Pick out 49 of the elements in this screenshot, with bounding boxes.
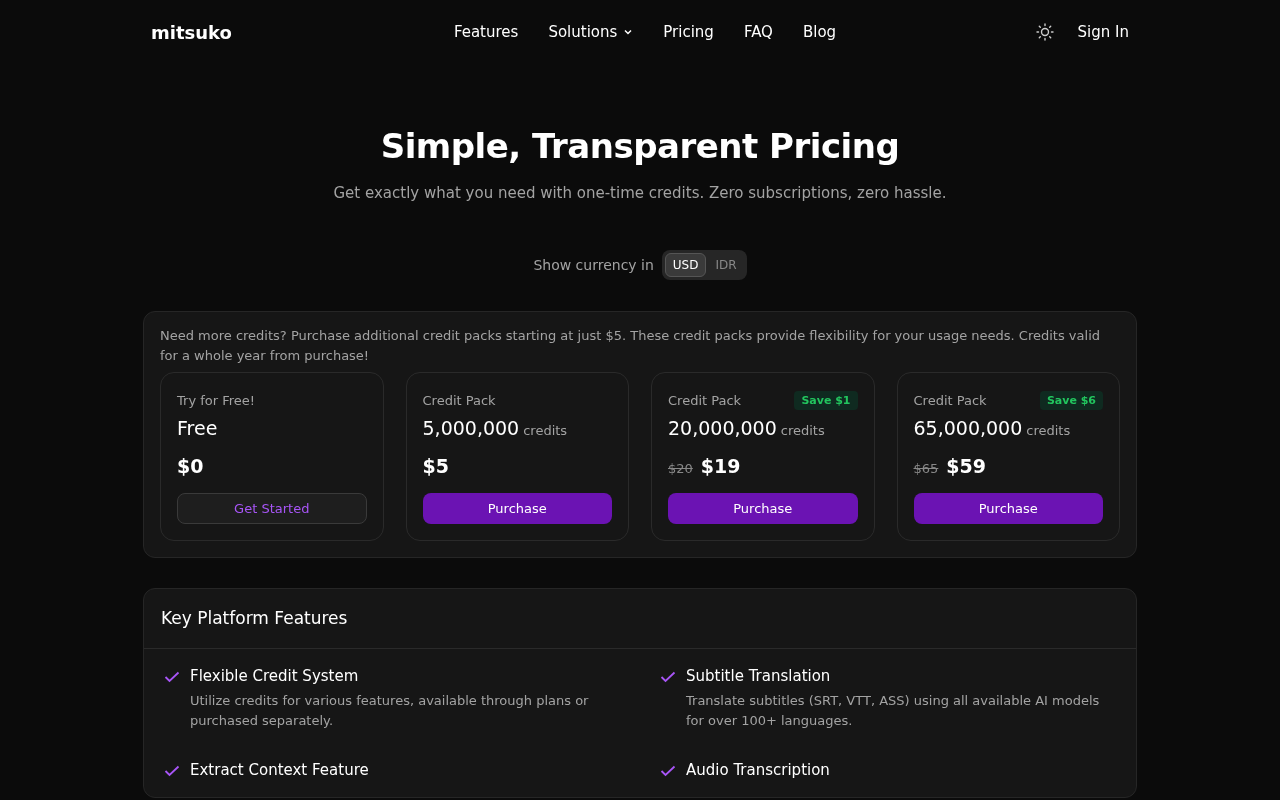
price: $5: [422, 455, 449, 477]
original-price: $20: [668, 461, 693, 476]
credit-unit: credits: [1026, 423, 1071, 438]
purchase-button[interactable]: Purchase: [668, 493, 858, 524]
credit-unit: credits: [523, 423, 568, 438]
pack-label: Credit Pack: [668, 392, 742, 408]
credit-amount: 20,000,000: [668, 417, 777, 439]
price: $0: [177, 455, 204, 477]
purchase-button[interactable]: Purchase: [913, 493, 1103, 524]
features-title: Key Platform Features: [144, 589, 1136, 649]
feature-title: Flexible Credit System: [190, 667, 360, 685]
feature-title: Audio Transcription: [686, 761, 830, 779]
feature-description: Translate subtitles (SRT, VTT, ASS) using all available AI models for over 100+ languages.: [686, 692, 1101, 730]
feature-description: Utilize credits for various features, available through plans or purchased separately.: [190, 692, 590, 730]
credit-unit: credits: [780, 423, 825, 438]
currency-option[interactable]: USD: [664, 253, 707, 277]
nav-link[interactable]: Pricing: [663, 23, 714, 41]
page-title: Simple, Transparent Pricing: [379, 126, 901, 166]
save-badge: Save $1: [794, 390, 858, 410]
purchase-button[interactable]: Purchase: [422, 493, 612, 524]
original-price: $65: [913, 461, 939, 476]
check-icon: [164, 671, 180, 683]
credit-amount: 65,000,000: [913, 417, 1023, 439]
feature-title: Subtitle Translation: [686, 667, 832, 685]
nav-link[interactable]: FAQ: [743, 23, 773, 41]
logo[interactable]: mitsuko: [151, 21, 401, 43]
sun-icon[interactable]: [1035, 23, 1054, 41]
credit-packs-note: Need more credits? Purchase additional credit packs starting at just $5. These credit packs provide flexibility for your usage needs. Credits valid for a whole year from purchase!: [160, 327, 1101, 365]
nav-link[interactable]: Blog: [802, 23, 837, 41]
page-subtitle: Get exactly what you need with one-time credits. Zero subscriptions, zero hassle.: [332, 184, 948, 202]
check-icon: [660, 765, 676, 777]
credit-amount: 5,000,000: [422, 417, 520, 439]
check-icon: [164, 765, 180, 777]
credit-amount: Free: [177, 417, 218, 439]
currency-label: Show currency in: [533, 257, 654, 273]
sign-in-link[interactable]: Sign In: [1077, 23, 1129, 41]
chevron-down-icon: [623, 27, 634, 37]
price: $59: [946, 455, 986, 477]
feature-title: Extract Context Feature: [190, 761, 369, 779]
price: $19: [700, 455, 741, 477]
pack-label: Credit Pack: [422, 392, 496, 408]
nav-link[interactable]: Features: [453, 23, 519, 41]
currency-option[interactable]: IDR: [708, 253, 744, 277]
check-icon: [660, 671, 676, 683]
get-started-button[interactable]: Get Started: [177, 493, 367, 524]
pack-label: Credit Pack: [913, 392, 987, 408]
nav-link[interactable]: Solutions: [548, 23, 634, 41]
save-badge: Save $6: [1039, 390, 1103, 410]
pack-label: Try for Free!: [177, 392, 255, 408]
